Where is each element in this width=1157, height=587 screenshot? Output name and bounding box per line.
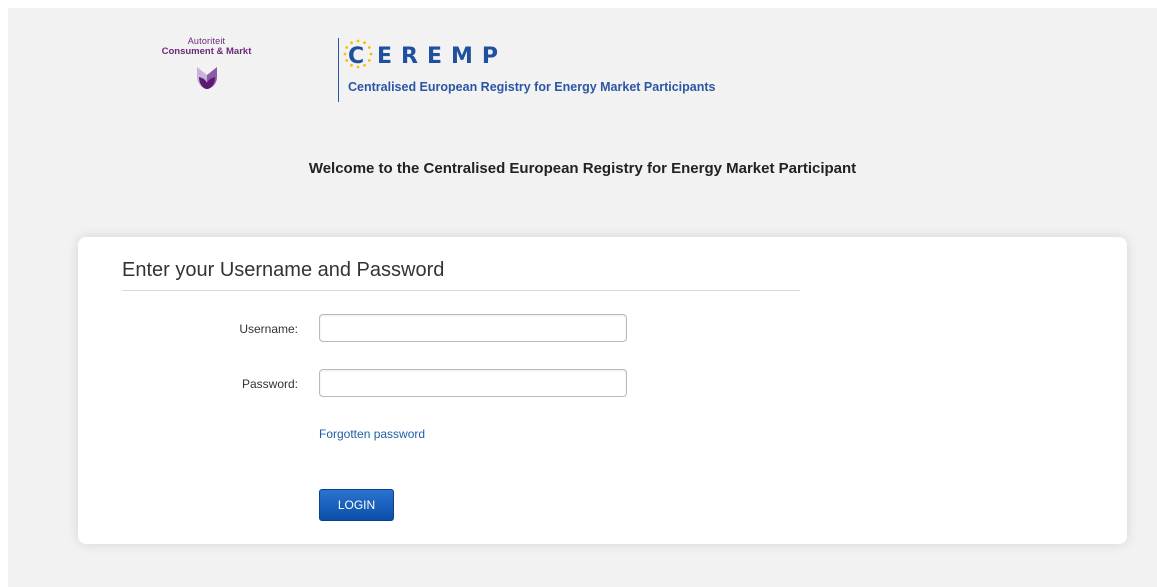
acm-logo: Autoriteit Consument & Markt bbox=[134, 36, 279, 91]
ceremp-logo: C E R E M P Centralised European Registr… bbox=[343, 39, 716, 94]
acm-logo-line2: Consument & Markt bbox=[161, 46, 252, 57]
password-label: Password: bbox=[241, 377, 298, 391]
ceremp-letter-c: C bbox=[343, 39, 373, 69]
ceremp-letter: M bbox=[451, 43, 473, 69]
ceremp-subtitle: Centralised European Registry for Energy… bbox=[348, 80, 716, 94]
ceremp-letter: P bbox=[481, 43, 499, 69]
login-panel-heading: Enter your Username and Password bbox=[122, 257, 800, 291]
ceremp-wordmark: C E R E M P bbox=[343, 39, 715, 72]
ceremp-letter: E bbox=[377, 43, 393, 69]
password-row: Password: bbox=[78, 369, 778, 399]
username-row: Username: bbox=[78, 314, 778, 344]
login-panel: Enter your Username and Password Usernam… bbox=[78, 237, 1127, 544]
logo-divider bbox=[338, 38, 339, 102]
ceremp-letter: C bbox=[348, 43, 365, 69]
login-button[interactable]: LOGIN bbox=[319, 489, 394, 521]
acm-tulip-icon bbox=[196, 67, 217, 89]
forgotten-password-link[interactable]: Forgotten password bbox=[319, 427, 425, 441]
welcome-heading: Welcome to the Centralised European Regi… bbox=[308, 160, 857, 177]
ceremp-letter: E bbox=[426, 43, 443, 69]
username-label: Username: bbox=[239, 322, 298, 336]
acm-logo-line1: Autoriteit bbox=[187, 36, 226, 46]
ceremp-letter: R bbox=[401, 43, 418, 69]
page-background: Autoriteit Consument & Markt C E R E M P… bbox=[8, 8, 1157, 587]
password-input[interactable] bbox=[319, 369, 627, 397]
username-input[interactable] bbox=[319, 314, 627, 342]
